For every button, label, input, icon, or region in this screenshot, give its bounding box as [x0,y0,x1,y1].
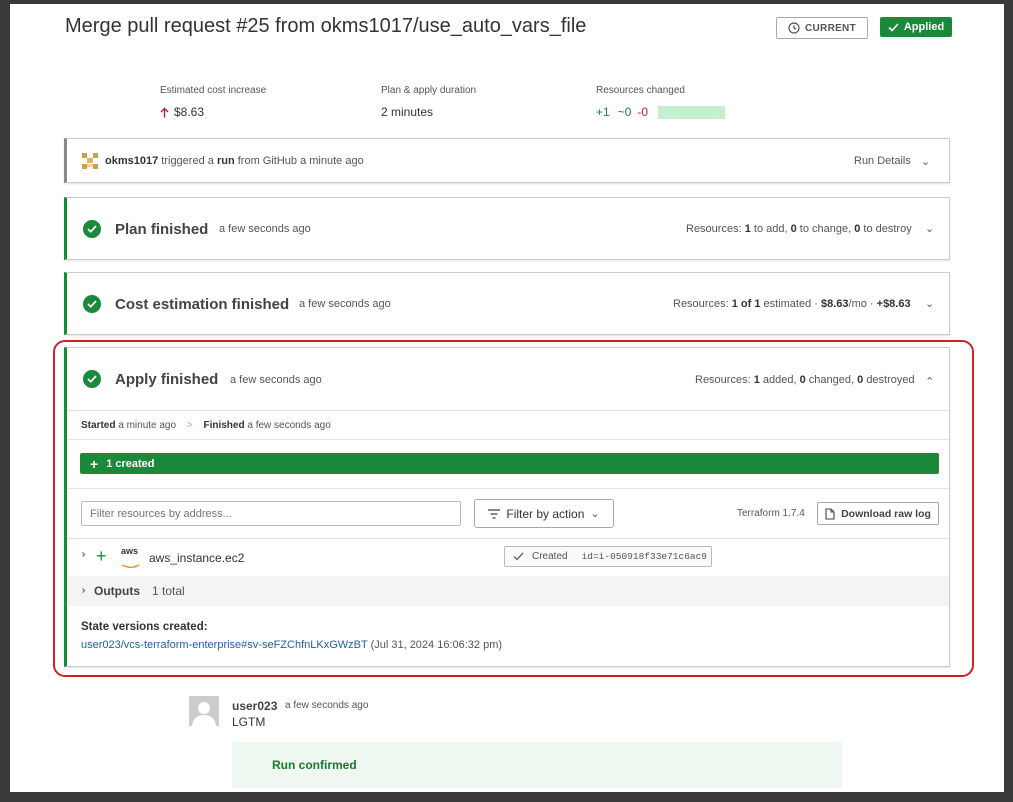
resources-changed-value: +1 ~0 -0 [596,105,726,119]
trigger-user-link[interactable]: okms1017 [105,155,158,167]
plan-resources-summary: Resources: 1 to add, 0 to change, 0 to d… [686,223,912,235]
destroyed-count: -0 [637,105,649,119]
chevron-down-icon: ⌄ [920,156,931,168]
arrow-up-icon [160,107,169,117]
trigger-text-2: from GitHub a minute ago [237,155,364,167]
avatar-user023 [189,696,219,726]
added-count: +1 [596,105,610,119]
duration-value: 2 minutes [381,105,434,119]
plan-change-count: 0 [790,223,797,235]
check-circle-icon [83,295,101,313]
check-icon [888,22,899,32]
cost-time: a few seconds ago [299,298,391,310]
clock-icon [788,22,800,34]
comment-user[interactable]: user023 [232,699,277,713]
page-title: Merge pull request #25 from okms1017/use… [65,15,587,37]
chevron-down-icon[interactable]: ⌄ [925,297,934,310]
cost-of-count: 1 of 1 [731,298,761,310]
plan-destroy-text: to destroy [863,223,912,235]
avatar-okms1017 [82,153,98,169]
duration-label: Plan & apply duration [381,85,477,96]
resources-changed-label: Resources changed [596,85,685,96]
trigger-text: okms1017 triggered a run from GitHub a m… [105,155,364,167]
plan-change-text: to change, [799,223,852,235]
cost-resources-summary: Resources: 1 of 1 estimated · $8.63/mo ·… [673,298,911,310]
current-button[interactable]: CURRENT [776,17,868,39]
cost-amount: $8.63 [174,105,205,119]
run-confirmed-text: Run confirmed [272,758,357,772]
cost-estimated-text: estimated · [763,298,818,310]
plan-time: a few seconds ago [219,223,311,235]
changed-count: ~0 [617,105,632,119]
plan-title: Plan finished [115,221,209,238]
current-label: CURRENT [805,22,856,34]
comment-time: a few seconds ago [285,700,369,711]
status-badge-applied: Applied [880,17,952,37]
check-circle-icon [83,220,101,238]
resources-changed-bar [658,105,726,119]
trigger-text-1: triggered a [161,155,214,167]
trigger-run-link[interactable]: run [217,155,235,167]
chevron-down-icon[interactable]: ⌄ [925,222,934,235]
cost-title: Cost estimation finished [115,296,290,313]
plan-r-label: Resources: [686,223,742,235]
run-details-toggle[interactable]: Run Details ⌄ [854,155,930,168]
highlight-outline [53,340,974,677]
plan-destroy-count: 0 [854,223,861,235]
plan-add-count: 1 [744,223,751,235]
cost-r-label: Resources: [673,298,729,310]
cost-delta: +$8.63 [876,298,911,310]
run-details-label: Run Details [854,155,911,167]
cost-increase-label: Estimated cost increase [160,85,267,96]
cost-increase-value: $8.63 [160,105,204,119]
cost-monthly: $8.63 [820,298,849,310]
applied-label: Applied [903,21,945,33]
cost-per-mo: /mo · [848,298,874,310]
plan-add-text: to add, [753,223,788,235]
comment-text: LGTM [232,715,266,729]
